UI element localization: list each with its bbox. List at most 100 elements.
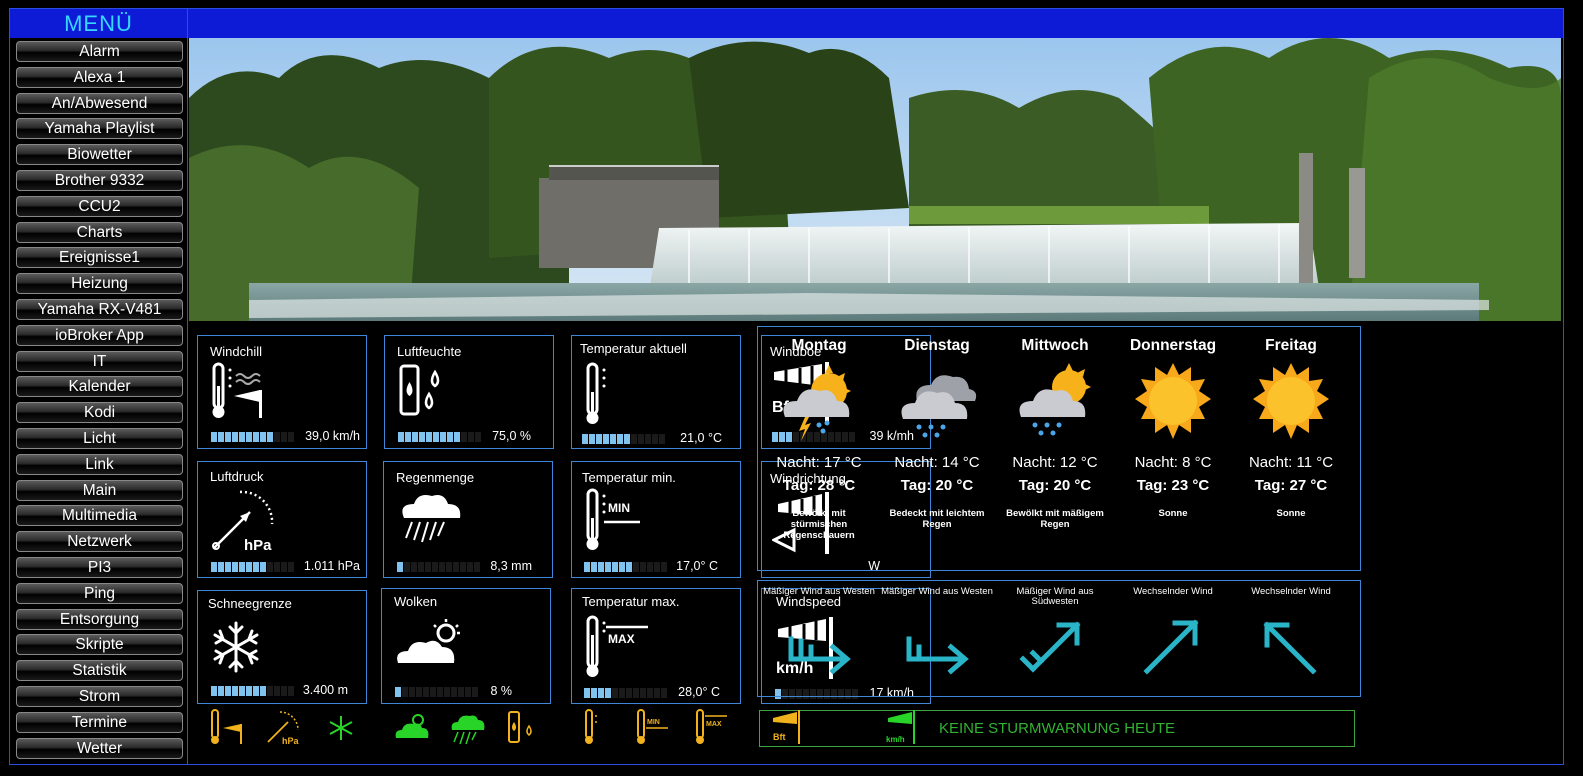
tile-luftfeuchte[interactable]: Luftfeuchte 75,0 % (384, 335, 554, 449)
level-segment (439, 562, 445, 572)
menu-button-netzwerk[interactable]: Netzwerk (16, 531, 183, 553)
menu-button-strom[interactable]: Strom (16, 685, 183, 707)
menu-button-alarm[interactable]: Alarm (16, 41, 183, 62)
level-segment (274, 562, 280, 572)
min-label: MIN (608, 501, 630, 515)
menu-button-charts[interactable]: Charts (16, 221, 183, 243)
hpa-mini-label: hPa (282, 736, 300, 746)
menu-button-yamaha-playlist[interactable]: Yamaha Playlist (16, 118, 183, 140)
menu-button-biowetter[interactable]: Biowetter (16, 144, 183, 166)
menu-button-kalender[interactable]: Kalender (16, 376, 183, 398)
level-segment (281, 432, 287, 442)
level-segment (468, 432, 474, 442)
tile-title: Regenmenge (396, 470, 475, 485)
thermometer-min-mini-icon[interactable]: MIN (634, 708, 672, 748)
level-bar (398, 432, 481, 442)
menu-button-wetter[interactable]: Wetter (16, 737, 183, 759)
forecast-day: Montag Nacht: 17 °C Tag: 28 °C Bewölkt m… (760, 327, 878, 541)
menu-button-statistik[interactable]: Statistik (16, 660, 183, 682)
level-segment (432, 562, 438, 572)
level-segment (460, 562, 466, 572)
thermometer-max-icon: MAX (586, 615, 648, 677)
cloud-sun-mini-icon[interactable] (392, 708, 430, 748)
wind-arrow-east-icon (788, 636, 851, 675)
windsock-kmh-mini-icon[interactable]: km/h (884, 708, 922, 748)
menu-button-an-abwesend[interactable]: An/Abwesend (16, 92, 183, 114)
level-segment (633, 562, 639, 572)
menu-button-it[interactable]: IT (16, 350, 183, 372)
menu-button-ccu2[interactable]: CCU2 (16, 195, 183, 217)
snowflake-icon (213, 621, 259, 673)
level-segment (416, 687, 422, 697)
tile-regenmenge[interactable]: Regenmenge 8,3 mm (383, 461, 553, 578)
level-segment (584, 562, 590, 572)
level-segment (409, 687, 415, 697)
level-segment (647, 562, 653, 572)
level-segment (225, 432, 231, 442)
level-bar (211, 432, 294, 442)
level-segment (239, 562, 245, 572)
tile-windchill[interactable]: Windchill 39,0 km/h (197, 335, 367, 449)
level-segment (253, 686, 259, 696)
tile-temperatur-min[interactable]: Temperatur min. MIN 17,0° C (571, 461, 741, 578)
menu-button-ereignisse1[interactable]: Ereignisse1 (16, 247, 183, 269)
menu-button-alexa-1[interactable]: Alexa 1 (16, 66, 183, 88)
menu-button-kodi[interactable]: Kodi (16, 402, 183, 424)
menu-button-brother-9332[interactable]: Brother 9332 (16, 169, 183, 191)
menu-button-multimedia[interactable]: Multimedia (16, 505, 183, 527)
level-segment (605, 562, 611, 572)
night-temp: Nacht: 11 °C (1248, 454, 1334, 471)
thermometer-max-mini-icon[interactable]: MAX (693, 708, 731, 748)
day-temp: Tag: 23 °C (1136, 477, 1210, 494)
menu-button-licht[interactable]: Licht (16, 427, 183, 449)
humidity-mini-icon[interactable] (505, 708, 543, 748)
menu-button-pi3[interactable]: PI3 (16, 556, 183, 578)
sun-icon (1135, 363, 1211, 439)
level-segment (603, 434, 609, 444)
menu-button-heizung[interactable]: Heizung (16, 273, 183, 295)
rain-cloud-mini-icon[interactable] (448, 708, 486, 748)
menu-button-main[interactable]: Main (16, 479, 183, 501)
level-segment (647, 688, 653, 698)
humidity-icon (399, 364, 440, 416)
level-segment (411, 562, 417, 572)
tile-wolken[interactable]: Wolken 8 % (381, 588, 551, 704)
menu-button-ping[interactable]: Ping (16, 582, 183, 604)
level-segment (640, 562, 646, 572)
level-segment (659, 434, 665, 444)
tile-temperatur-aktuell[interactable]: Temperatur aktuell 21,0 °C (571, 335, 741, 449)
day-temp: Tag: 28 °C (782, 477, 856, 494)
level-segment (405, 432, 411, 442)
night-temp: Nacht: 17 °C (776, 454, 862, 471)
level-segment (591, 562, 597, 572)
level-segment (584, 688, 590, 698)
menu-button-iobroker-app[interactable]: ioBroker App (16, 324, 183, 346)
forecast-panel: Montag Nacht: 17 °C Tag: 28 °C Bewölkt m… (757, 326, 1361, 571)
level-segment (412, 432, 418, 442)
menu-button-link[interactable]: Link (16, 453, 183, 475)
day-temp: Tag: 20 °C (900, 477, 974, 494)
barometer-mini-icon[interactable]: hPa (264, 708, 302, 748)
wind-forecast-day: Mäßiger Wind aus Südwesten (996, 587, 1114, 682)
menu-button-skripte[interactable]: Skripte (16, 634, 183, 656)
level-segment (605, 688, 611, 698)
level-segment (654, 562, 660, 572)
menu-button-termine[interactable]: Termine (16, 711, 183, 733)
menu-button-entsorgung[interactable]: Entsorgung (16, 608, 183, 630)
level-segment (246, 432, 252, 442)
level-segment (474, 562, 480, 572)
tile-schneegrenze[interactable]: Schneegrenze 3.400 m (197, 590, 367, 704)
snowflake-mini-icon[interactable] (322, 708, 360, 748)
tile-value: 8,3 mm (490, 559, 532, 573)
windsock-bft-mini-icon[interactable]: Bft (771, 708, 809, 748)
level-segment (433, 432, 439, 442)
tile-luftdruck[interactable]: Luftdruck hPa 1.011 hPa (197, 461, 367, 578)
windchill-mini-icon[interactable] (209, 708, 247, 748)
thermometer-mini-icon[interactable] (578, 708, 616, 748)
level-segment (232, 686, 238, 696)
level-segment (453, 562, 459, 572)
tile-temperatur-max[interactable]: Temperatur max. MAX 28,0° C (571, 588, 741, 704)
menu-button-yamaha-rx-v481[interactable]: Yamaha RX-V481 (16, 298, 183, 320)
day-temp: Tag: 27 °C (1254, 477, 1328, 494)
level-segment (626, 562, 632, 572)
